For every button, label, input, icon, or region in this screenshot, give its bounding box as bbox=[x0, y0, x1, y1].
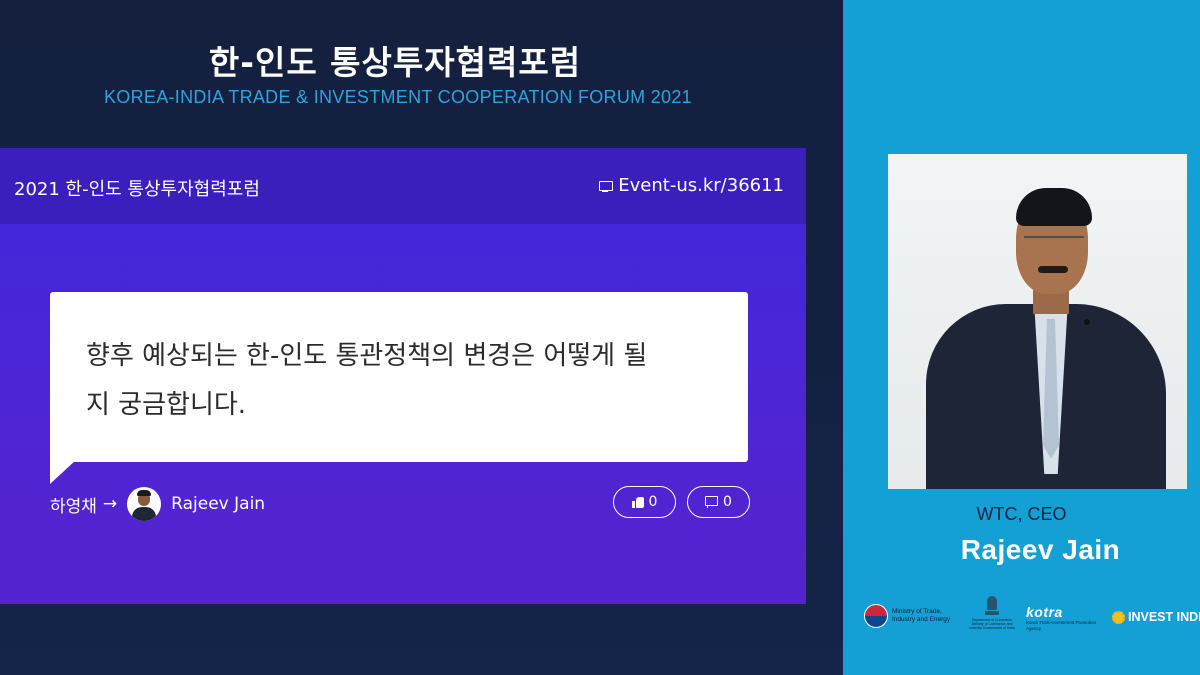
speaker-glasses bbox=[1024, 236, 1084, 246]
speaker-role: WTC, CEO bbox=[976, 504, 1067, 524]
comment-count: 0 bbox=[723, 494, 732, 510]
kotra-logo-word: kotra bbox=[1026, 604, 1063, 620]
speaker-name: Rajeev Jain bbox=[960, 534, 1121, 565]
sponsor-logos: Ministry of Trade, Industry and Energy D… bbox=[864, 596, 1200, 641]
event-name: 2021 한-인도 통상투자협력포럼 bbox=[14, 179, 260, 200]
forum-subtitle: KOREA-INDIA TRADE & INVESTMENT COOPERATI… bbox=[103, 87, 692, 107]
taegeuk-icon bbox=[864, 604, 888, 628]
like-count: 0 bbox=[648, 494, 658, 510]
speaker-video bbox=[888, 154, 1187, 489]
lapel-mic bbox=[1084, 319, 1090, 325]
question-actions: 0 0 bbox=[613, 486, 750, 518]
event-code[interactable]: Event-us.kr/36611 bbox=[598, 175, 784, 196]
kotra-logo-text: Korea Trade-Investment Promotion Agency bbox=[1026, 620, 1097, 631]
question-bubble-tail bbox=[50, 460, 76, 484]
screen-icon bbox=[598, 179, 614, 193]
speaker-mustache bbox=[1038, 266, 1068, 273]
invest-india-logo: INVEST INDIA bbox=[1112, 610, 1200, 624]
invest-india-logo-text: INVEST INDIA bbox=[1128, 610, 1200, 624]
question-line-1: 향후 예상되는 한-인도 통관정책의 변경은 어떻게 될 bbox=[86, 341, 648, 371]
sun-icon bbox=[1112, 610, 1125, 624]
national-emblem-icon bbox=[984, 596, 1000, 618]
question-line-2: 지 궁금합니다. bbox=[86, 390, 247, 420]
qa-panel: 2021 한-인도 통상투자협력포럼 Event-us.kr/36611 향후 … bbox=[0, 148, 806, 604]
motie-logo-text: Ministry of Trade, Industry and Energy bbox=[892, 608, 951, 623]
like-button[interactable]: 0 bbox=[613, 486, 676, 518]
india-commerce-logo-text: Department of Commerce Ministry of Comme… bbox=[969, 618, 1015, 631]
qa-header: 2021 한-인도 통상투자협력포럼 Event-us.kr/36611 bbox=[0, 148, 806, 224]
question-author: 하영채 bbox=[50, 496, 97, 517]
question-recipient: Rajeev Jain bbox=[171, 494, 266, 514]
speaker-hair bbox=[1016, 188, 1092, 226]
question-bubble: 향후 예상되는 한-인도 통관정책의 변경은 어떻게 될 지 궁금합니다. bbox=[50, 292, 748, 462]
avatar bbox=[127, 487, 162, 521]
forum-title: 한-인도 통상투자협력포럼 bbox=[208, 43, 582, 82]
thumbs-up-icon bbox=[631, 496, 644, 508]
comment-button[interactable]: 0 bbox=[687, 486, 750, 518]
india-commerce-logo: Department of Commerce Ministry of Comme… bbox=[966, 596, 1018, 631]
motie-logo: Ministry of Trade, Industry and Energy bbox=[864, 604, 954, 628]
arrow-icon: → bbox=[102, 494, 118, 514]
event-code-text: Event-us.kr/36611 bbox=[618, 175, 784, 196]
question-text: 향후 예상되는 한-인도 통관정책의 변경은 어떻게 될 지 궁금합니다. bbox=[86, 332, 726, 430]
comment-icon bbox=[705, 496, 719, 508]
question-meta: 하영채 → Rajeev Jain 0 0 bbox=[50, 486, 750, 522]
kotra-logo: kotra Korea Trade-Investment Promotion A… bbox=[1026, 604, 1102, 631]
